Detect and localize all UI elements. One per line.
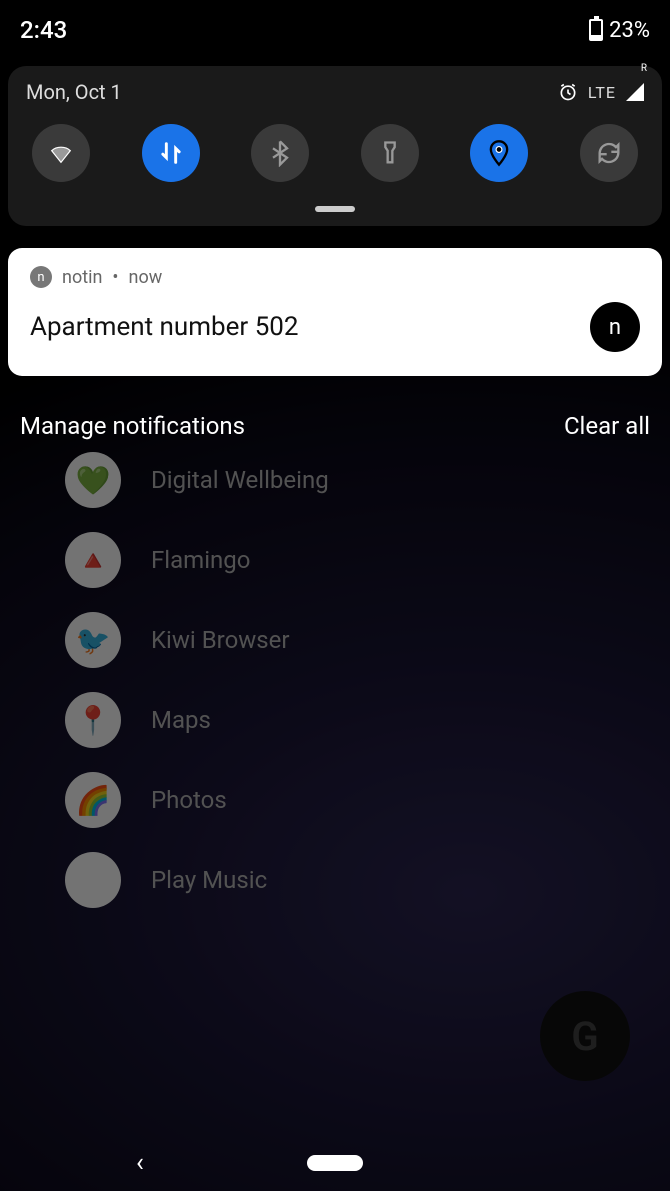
notification-dot: •	[112, 267, 118, 288]
navigation-bar: ‹	[0, 1135, 670, 1191]
notification-app-name: notin	[62, 267, 102, 288]
rotate-icon	[595, 139, 623, 167]
mobile-data-toggle[interactable]	[142, 124, 200, 182]
bluetooth-icon	[266, 139, 294, 167]
battery-percent: 23%	[609, 18, 650, 43]
notification-header: n notin • now	[30, 266, 640, 288]
notification-large-icon: n	[590, 302, 640, 352]
flashlight-toggle[interactable]	[361, 124, 419, 182]
wifi-icon	[47, 139, 75, 167]
signal-icon	[626, 83, 644, 101]
notification-actions: Manage notifications Clear all	[20, 412, 650, 440]
auto-rotate-toggle[interactable]	[580, 124, 638, 182]
clock: 2:43	[20, 16, 67, 44]
clear-all-button[interactable]: Clear all	[564, 412, 650, 440]
home-pill[interactable]	[307, 1155, 363, 1171]
shade-expand-handle[interactable]	[315, 206, 355, 212]
notification-app-icon: n	[30, 266, 52, 288]
manage-notifications-button[interactable]: Manage notifications	[20, 412, 245, 440]
notification-title: Apartment number 502	[30, 312, 590, 342]
notification-card[interactable]: n notin • now Apartment number 502 n	[8, 248, 662, 376]
location-icon	[485, 139, 513, 167]
quick-settings-panel[interactable]: Mon, Oct 1 LTE	[8, 66, 662, 226]
battery-status: 23%	[589, 18, 650, 43]
alarm-icon	[558, 82, 578, 102]
status-bar: 2:43 23%	[0, 0, 670, 60]
back-button[interactable]: ‹	[136, 1148, 144, 1178]
flashlight-icon	[376, 139, 404, 167]
battery-icon	[589, 19, 603, 41]
shade-date: Mon, Oct 1	[26, 80, 122, 104]
notification-time: now	[129, 267, 163, 288]
bluetooth-toggle[interactable]	[251, 124, 309, 182]
data-icon	[157, 139, 185, 167]
location-toggle[interactable]	[470, 124, 528, 182]
wifi-toggle[interactable]	[32, 124, 90, 182]
network-label: LTE	[588, 83, 616, 102]
